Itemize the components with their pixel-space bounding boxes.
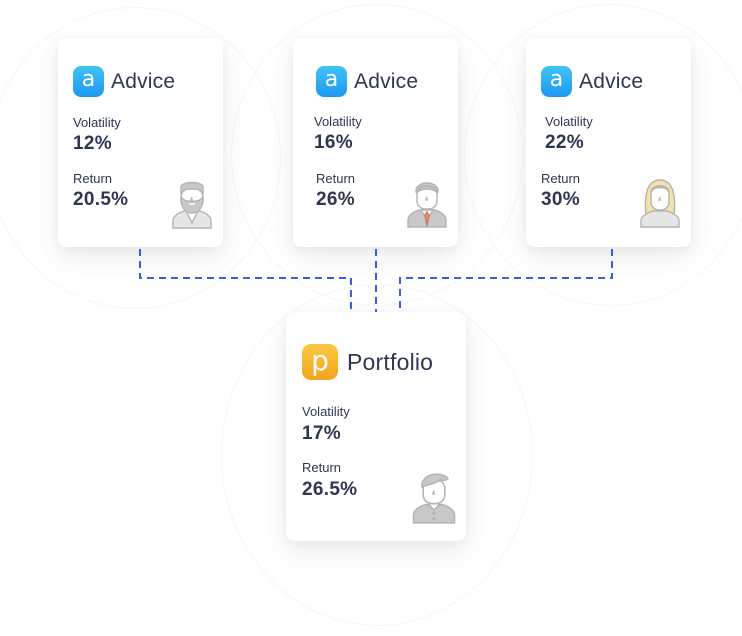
advice-card-3: a Advice Volatility 22% Return 30%	[526, 38, 691, 247]
volatility-value: 17%	[302, 423, 341, 444]
card-header: p Portfolio	[302, 344, 433, 380]
connector-right	[399, 249, 613, 312]
volatility-label: Volatility	[314, 114, 362, 129]
return-value: 26.5%	[302, 479, 358, 500]
portfolio-app-icon: p	[302, 344, 338, 380]
volatility-value: 22%	[545, 132, 584, 153]
card-title: Advice	[579, 69, 644, 93]
return-value: 20.5%	[73, 189, 129, 210]
return-value: 30%	[541, 189, 580, 210]
card-header: a Advice	[73, 66, 175, 97]
volatility-value: 12%	[73, 133, 112, 154]
card-header: a Advice	[541, 66, 643, 97]
return-label: Return	[316, 171, 356, 186]
return-label: Return	[541, 171, 581, 186]
card-title: Advice	[111, 69, 176, 93]
man-in-suit-avatar-icon	[407, 182, 447, 228]
blonde-woman-avatar-icon	[640, 179, 680, 228]
volatility-label: Volatility	[545, 114, 593, 129]
volatility-label: Volatility	[302, 404, 350, 419]
bearded-man-avatar-icon	[172, 181, 212, 229]
advice-app-icon: a	[73, 66, 104, 97]
card-header: a Advice	[316, 66, 418, 97]
card-title: Portfolio	[347, 348, 434, 375]
card-title: Advice	[354, 69, 419, 93]
portfolio-card: p Portfolio Volatility 17% Return 26.5%	[286, 312, 466, 541]
return-label: Return	[73, 171, 113, 186]
advice-app-icon: a	[316, 66, 347, 97]
return-label: Return	[302, 460, 342, 475]
connector-left	[139, 249, 352, 312]
advice-app-icon: a	[541, 66, 572, 97]
man-avatar-icon	[412, 473, 456, 524]
volatility-value: 16%	[314, 132, 353, 153]
return-value: 26%	[316, 189, 355, 210]
advice-card-1: a Advice Volatility 12% Return 20.5%	[58, 38, 223, 247]
advice-card-2: a Advice Volatility 16% Return 26%	[293, 38, 458, 247]
volatility-label: Volatility	[73, 115, 121, 130]
